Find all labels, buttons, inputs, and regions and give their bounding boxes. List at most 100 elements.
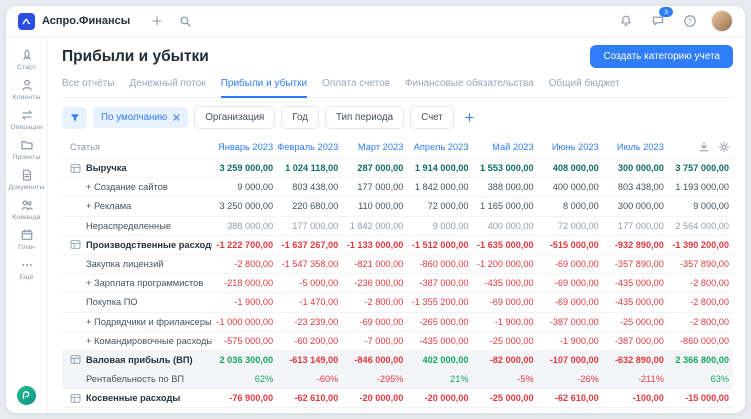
sidebar-item-документы[interactable]: Документы (6, 164, 47, 194)
svg-text:?: ? (688, 18, 692, 25)
cell-value: -357 890,00 (679, 259, 729, 270)
row-label[interactable]: Выручка (62, 163, 212, 174)
cell-value: -387 000,00 (419, 278, 469, 289)
cell-value: -2 800,00 (234, 259, 274, 270)
filter-chip[interactable]: Счет (410, 106, 454, 129)
row-label[interactable]: Нераспределенные (62, 221, 212, 231)
sidebar-item-старт[interactable]: Старт (6, 44, 47, 74)
cell-value: -69 000,00 (554, 278, 599, 289)
filter-funnel-icon[interactable] (62, 106, 87, 129)
row-label[interactable]: Производственные расходы (62, 239, 212, 250)
row-label[interactable]: Закупка лицензий (62, 259, 212, 269)
sidebar-item-проекты[interactable]: Проекты (6, 134, 47, 164)
cell-value: 9 000,00 (432, 220, 469, 231)
sidebar-item-операции[interactable]: Операции (6, 104, 47, 134)
cell-value: -5 000,00 (299, 278, 339, 289)
create-category-button[interactable]: Создать категорию учета (590, 45, 733, 68)
filter-chip[interactable]: Год (281, 106, 319, 129)
row-label[interactable]: + Создание сайтов (62, 182, 212, 192)
gear-icon[interactable] (718, 141, 730, 153)
cell-value: -23 239,00 (294, 316, 339, 327)
sidebar-item-ещё[interactable]: Ещё (6, 254, 47, 284)
tab[interactable]: Общий бюджет (549, 75, 620, 97)
sidebar-nav: Старт Клиенты Операции Проекты Документы Кома… (6, 44, 47, 284)
filter-preset-chip[interactable]: По умолчанию (93, 107, 189, 128)
cell-value: -1 637 267,00 (281, 239, 339, 250)
cell-value: -69 000,00 (554, 297, 599, 308)
category-icon (70, 239, 81, 250)
cell-value: 1 842 000,00 (349, 220, 404, 231)
tab[interactable]: Все отчёты (62, 75, 114, 97)
cell-value: -236 000,00 (354, 278, 404, 289)
table-row: Валовая прибыль (ВП) 2 036 300,00 -613 149… (62, 349, 733, 370)
filter-chip[interactable]: Организация (194, 106, 276, 129)
help-icon[interactable]: ? (679, 10, 701, 32)
cell-value: -1 900,00 (559, 335, 599, 346)
tab[interactable]: Финансовые обязательства (405, 75, 534, 97)
cell-value: 287 000,00 (357, 163, 404, 174)
sidebar-item-план[interactable]: План (6, 224, 47, 254)
cell-value: 9 000,00 (693, 201, 729, 212)
cell-value: 177 000,00 (292, 220, 339, 231)
cell-value: 2 036 300,00 (219, 354, 274, 365)
cell-value: 63% (710, 374, 729, 385)
clients-icon (20, 78, 34, 92)
row-label[interactable]: Рентабельность по ВП (62, 374, 212, 384)
cell-value: -2 800,00 (690, 278, 729, 289)
search-icon[interactable] (174, 10, 196, 32)
tab[interactable]: Денежный поток (129, 75, 205, 97)
row-label[interactable]: + Командировочные расходы (62, 336, 212, 346)
cell-value: 2 564 000,00 (675, 220, 729, 231)
sidebar-item-команда[interactable]: Команда (6, 194, 47, 224)
cell-value: -1 470,00 (299, 297, 339, 308)
cell-value: -1 512 000,00 (411, 239, 469, 250)
topbar: Аспро.Финансы 3 ? (6, 6, 745, 37)
cell-value: -82 000,00 (489, 354, 534, 365)
tab[interactable]: Прибыли и убытки (220, 75, 308, 98)
cell-value: -2 800,00 (364, 297, 404, 308)
cell-value: 408 000,00 (552, 163, 599, 174)
sidebar-item-label: Проекты (12, 154, 41, 161)
row-label[interactable]: Валовая прибыль (ВП) (62, 354, 212, 365)
download-icon[interactable] (698, 141, 710, 153)
cell-value: 388 000,00 (487, 182, 534, 193)
filter-chip[interactable]: Тип периода (324, 106, 405, 129)
row-label[interactable]: Косвенные расходы (62, 393, 212, 404)
team-icon (20, 198, 34, 212)
tab[interactable]: Оплата счетов (322, 75, 390, 97)
cell-value: -25 000,00 (489, 335, 534, 346)
table-row: Нераспределенные 388 000,00 177 000,00 1 84… (62, 215, 733, 235)
app-logo-icon (18, 12, 35, 30)
cell-value: 3 250 000,00 (219, 201, 274, 212)
close-icon[interactable] (173, 114, 180, 121)
cell-value: -62 610,00 (294, 393, 339, 404)
add-filter-icon[interactable] (460, 108, 480, 128)
cell-value: 1 553 000,00 (479, 163, 534, 174)
cell-value: 803 438,00 (292, 182, 339, 193)
user-avatar[interactable] (711, 10, 733, 32)
column-header: Июнь 2023 (551, 142, 599, 152)
cell-value: -2 800,00 (690, 316, 729, 327)
chat-icon[interactable]: 3 (647, 7, 673, 32)
table-row: Закупка лицензий -2 800,00 -1 547 358,00 -8… (62, 253, 733, 273)
cell-value: -387 000,00 (614, 335, 664, 346)
sidebar-item-label: Клиенты (12, 94, 41, 101)
bell-icon[interactable] (615, 10, 637, 32)
cell-value: -435 000,00 (614, 297, 664, 308)
cell-value: -860 000,00 (679, 335, 729, 346)
cell-value: -1 635 000,00 (476, 239, 534, 250)
pnl-table: Статья Январь 2023 Февраль 2023 Март 2023 А… (62, 136, 733, 413)
cell-value: -20 000,00 (424, 393, 469, 404)
row-label[interactable]: + Реклама (62, 201, 212, 211)
row-label[interactable]: + Подрядчики и фрилансеры (62, 317, 212, 327)
cell-value: -932 890,00 (614, 239, 664, 250)
aspro-bottom-logo[interactable] (17, 386, 36, 405)
cell-value: -575 000,00 (224, 335, 274, 346)
row-label[interactable]: + Зарплата программистов (62, 278, 212, 288)
row-label[interactable]: Покупка ПО (62, 297, 212, 307)
add-icon[interactable] (146, 10, 168, 32)
cell-value: -2 800,00 (690, 297, 729, 308)
sidebar-item-клиенты[interactable]: Клиенты (6, 74, 47, 104)
cell-value: 3 259 000,00 (219, 163, 274, 174)
cell-value: -632 890,00 (614, 354, 664, 365)
